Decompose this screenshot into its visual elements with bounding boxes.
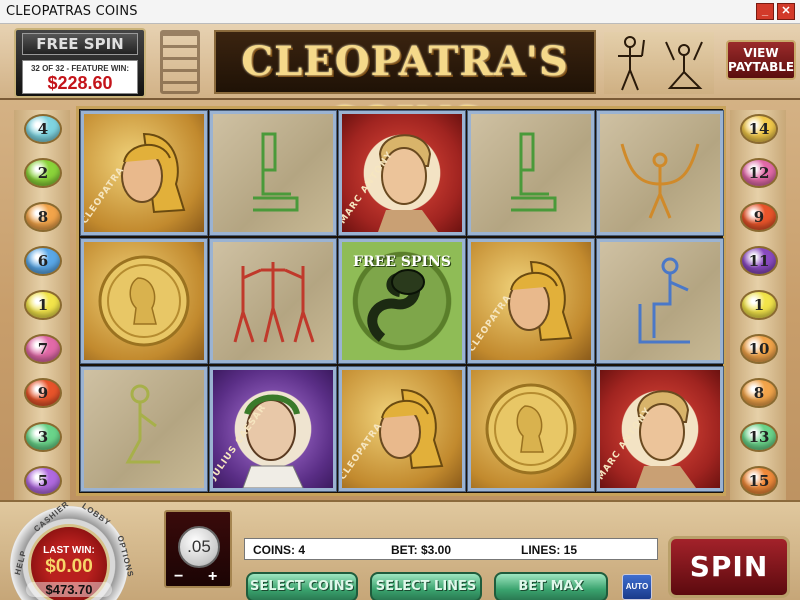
- payline-marker-right: 14: [740, 114, 778, 144]
- reel-symbol-gold-coin: [467, 366, 595, 492]
- payline-marker-left: 9: [24, 378, 62, 408]
- payline-marker-right: 10: [740, 334, 778, 364]
- select-coins-button[interactable]: SELECT COINS: [246, 572, 358, 600]
- game-header: FREE SPIN 32 OF 32 - FEATURE WIN: $228.6…: [0, 24, 800, 145]
- payline-marker-left: 5: [24, 466, 62, 496]
- bet-display: BET: $3.00: [391, 543, 452, 557]
- free-spin-panel: FREE SPIN 32 OF 32 - FEATURE WIN: $228.6…: [14, 28, 146, 98]
- reel-symbol-seated-hieroglyph: [209, 110, 337, 236]
- reel-symbol-cleopatra-portrait: CLEOPATRA: [338, 366, 466, 492]
- reel-symbol-cleopatra-portrait: CLEOPATRA: [467, 238, 595, 364]
- game-stage: FREE SPIN 32 OF 32 - FEATURE WIN: $228.6…: [0, 24, 800, 600]
- bet-info-bar: COINS: 4 BET: $3.00 LINES: 15: [244, 538, 658, 560]
- payline-markers-left: 4 2 8 6 1 7 9 3 5: [14, 110, 70, 508]
- coin-selector: .05 − +: [164, 510, 232, 588]
- last-win-amount: $0.00: [45, 556, 93, 577]
- payline-marker-right: 9: [740, 202, 778, 232]
- reel-symbol-label: FREE SPINS: [353, 254, 451, 270]
- payline-marker-left: 7: [24, 334, 62, 364]
- bet-max-button[interactable]: BET MAX: [494, 572, 608, 600]
- lines-display: LINES: 15: [521, 543, 578, 557]
- view-paytable-button[interactable]: VIEW PAYTABLE: [726, 40, 796, 80]
- reel-symbol-marc-antony-portrait: MARC ANTONY: [596, 366, 724, 492]
- reel-symbol-cleopatra-portrait: CLEOPATRA: [80, 110, 208, 236]
- payline-marker-left: 3: [24, 422, 62, 452]
- window-titlebar: CLEOPATRAS COINS _ ✕: [0, 0, 800, 24]
- reel-symbol-kneeling-hieroglyph: [80, 366, 208, 492]
- control-bar: CASHIER LOBBY HELP OPTIONS LAST WIN: $0.…: [0, 499, 800, 600]
- reel-symbol-cobra-free-spins: FREE SPINS: [338, 238, 466, 364]
- menu-dial: CASHIER LOBBY HELP OPTIONS LAST WIN: $0.…: [0, 499, 138, 600]
- minimize-button[interactable]: _: [756, 3, 774, 20]
- free-spin-progress: 32 OF 32 - FEATURE WIN:: [30, 64, 130, 73]
- payline-marker-left: 4: [24, 114, 62, 144]
- hieroglyph-decoration: [604, 32, 714, 94]
- coin-value: .05: [178, 526, 220, 568]
- reels-grid: CLEOPATRA JULIUS CAESAR MARC ANTONY FREE SP…: [76, 106, 726, 496]
- select-lines-button[interactable]: SELECT LINES: [370, 572, 482, 600]
- payline-marker-right: 11: [740, 246, 778, 276]
- payline-marker-left: 6: [24, 246, 62, 276]
- coins-display: COINS: 4: [253, 543, 306, 557]
- payline-marker-right: 1: [740, 290, 778, 320]
- coin-increase-button[interactable]: +: [208, 568, 217, 586]
- feature-win-amount: $228.60: [47, 73, 113, 93]
- balance-amount: $473.70: [26, 582, 112, 597]
- reel-symbol-marc-antony-portrait: MARC ANTONY: [338, 110, 466, 236]
- reel-symbol-julius-caesar-portrait: JULIUS CAESAR: [209, 366, 337, 492]
- payline-markers-right: 14 12 9 11 1 10 8 13 15: [730, 110, 786, 508]
- feature-win-box: 32 OF 32 - FEATURE WIN: $228.60: [22, 60, 138, 94]
- reel-symbol-seated-figure-hieroglyph: [596, 238, 724, 364]
- reel-symbol-gold-coin: [80, 238, 208, 364]
- window-title: CLEOPATRAS COINS: [6, 4, 138, 19]
- last-win-label: LAST WIN:: [43, 545, 95, 556]
- payline-marker-left: 1: [24, 290, 62, 320]
- close-button[interactable]: ✕: [777, 3, 795, 20]
- payline-marker-left: 2: [24, 158, 62, 188]
- reel-symbol-seated-hieroglyph: [467, 110, 595, 236]
- free-spin-title: FREE SPIN: [22, 33, 138, 55]
- auto-play-button[interactable]: AUTO: [622, 574, 652, 600]
- payline-marker-right: 8: [740, 378, 778, 408]
- reel-symbol-dancers-hieroglyph: [209, 238, 337, 364]
- spin-button[interactable]: SPIN: [668, 536, 790, 598]
- payline-marker-right: 13: [740, 422, 778, 452]
- payline-marker-left: 8: [24, 202, 62, 232]
- payline-marker-right: 15: [740, 466, 778, 496]
- coin-decrease-button[interactable]: −: [174, 568, 183, 586]
- payline-marker-right: 12: [740, 158, 778, 188]
- reel-symbol-rope-hieroglyph: [596, 110, 724, 236]
- game-logo: CLEOPATRA'S COINS: [214, 30, 596, 145]
- film-strip-decoration: [160, 30, 200, 94]
